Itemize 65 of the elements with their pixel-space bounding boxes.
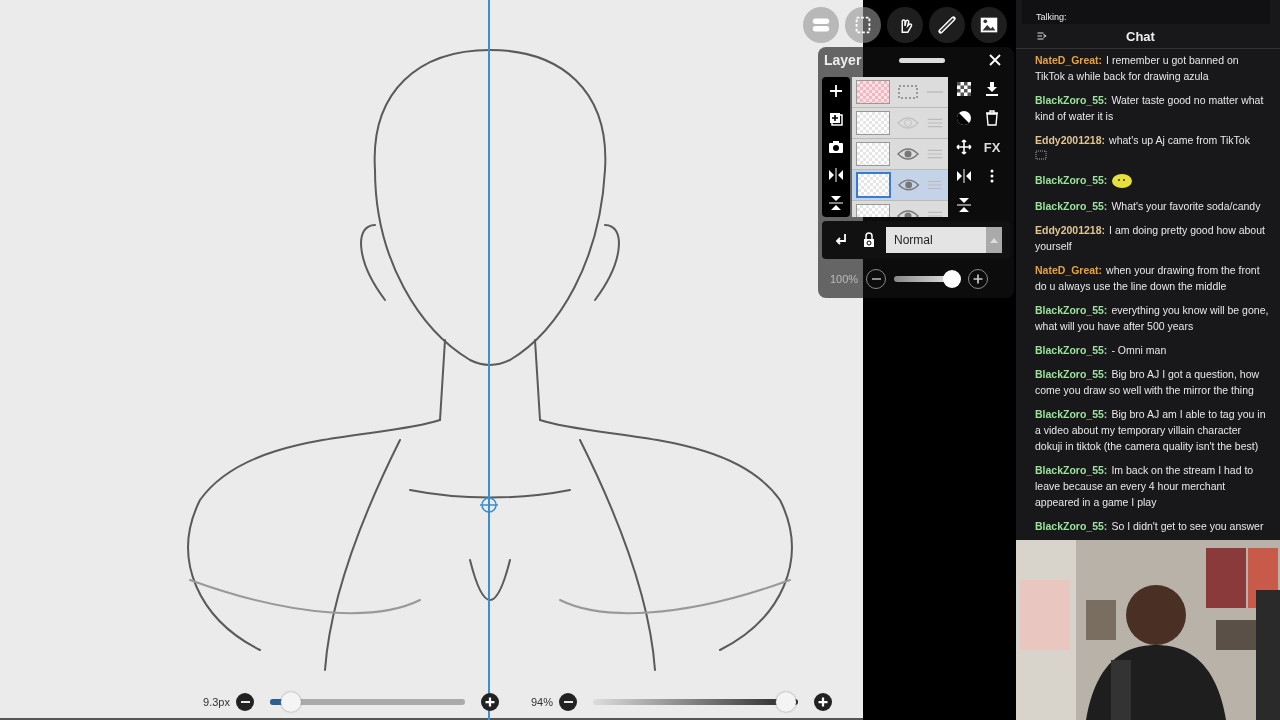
layer-thumbnail [856, 80, 890, 104]
eye-icon[interactable] [897, 177, 921, 193]
panel-title: Layer [824, 52, 862, 68]
slider-thumb[interactable] [775, 692, 796, 712]
fx-button[interactable]: FX [981, 136, 1003, 158]
chat-message: Eddy2001218: what's up Aj came from TikTok [1035, 132, 1270, 164]
username-link[interactable]: BlackZoro_55: [1035, 520, 1108, 533]
layer-row[interactable] [852, 108, 948, 139]
chat-message: BlackZoro_55: Big bro AJ I got a question, how come you draw so well with the mirror the thing [1035, 367, 1261, 399]
username-link[interactable]: NateD_Great: [1035, 264, 1103, 277]
username-link[interactable]: BlackZoro_55: [1035, 344, 1108, 357]
opacity-reading: 100% [830, 273, 859, 285]
brush-opacity-reading: 94% [529, 696, 553, 708]
slider-thumb[interactable] [281, 692, 302, 712]
username-link[interactable]: NateD_Great: [1035, 54, 1103, 66]
layer-row[interactable] [852, 139, 948, 170]
username-link[interactable]: BlackZoro_55: [1035, 408, 1108, 421]
drag-handle-icon[interactable] [926, 117, 944, 129]
layer-row[interactable] [852, 170, 948, 201]
chat-message: BlackZoro_55: Im back on the stream I had to leave because an every 4 hour merchant appeared in a game I play [1035, 463, 1255, 511]
username-link[interactable]: BlackZoro_55: [1035, 368, 1108, 381]
layer-thumbnail [856, 142, 890, 166]
chat-message: BlackZoro_55: What's your favorite soda/candy [1035, 199, 1262, 215]
opacity-slider[interactable] [894, 270, 961, 288]
collapse-icon[interactable] [1036, 30, 1048, 42]
chat-message: BlackZoro_55: So I didn't get to see you answer [1035, 519, 1265, 535]
layer-thumbnail [856, 111, 890, 135]
username-link[interactable]: BlackZoro_55: [1035, 94, 1108, 106]
increase-button[interactable] [814, 693, 832, 711]
username-link[interactable]: BlackZoro_55: [1035, 464, 1108, 477]
minus-icon [563, 701, 573, 703]
layer-thumbnail [856, 172, 892, 198]
emote-icon [1035, 150, 1047, 160]
drag-handle-icon[interactable] [926, 179, 944, 191]
minus-icon [240, 701, 250, 703]
decrease-button[interactable] [559, 693, 577, 711]
username-link[interactable]: BlackZoro_55: [1035, 304, 1108, 317]
username-link[interactable]: Eddy2001218: [1035, 224, 1106, 237]
caret-icon [989, 236, 999, 244]
chat-message: BlackZoro_55: Water taste good no matter what kind of water it is [1035, 93, 1265, 124]
chat-title: Chat [1126, 28, 1155, 44]
username-link[interactable]: Eddy2001218: [1035, 134, 1106, 146]
eye-icon[interactable] [896, 146, 920, 162]
username-link[interactable]: BlackZoro_55: [1035, 200, 1108, 213]
username-link[interactable]: BlackZoro_55: [1035, 174, 1108, 186]
chat-message: NateD_Great: I remember u got banned on TikTok a while back for drawing azula [1035, 53, 1240, 84]
crosshair-icon[interactable] [479, 495, 499, 515]
minus-icon [871, 278, 881, 280]
chat-message: BlackZoro_55: Big bro AJ am I able to tag you in a video about my temporary villain character dokuji in tiktok (the camera quality isn't the best) [1035, 407, 1267, 455]
talking-label: Talking: [1036, 12, 1067, 22]
selection-icon[interactable] [845, 7, 881, 43]
chat-message: BlackZoro_55: - Omni man [1035, 343, 1168, 359]
chat-message: Eddy2001218: I am doing pretty good how about yourself [1035, 223, 1266, 255]
blend-mode-dropdown[interactable]: Normal [886, 227, 1002, 253]
chat-message: BlackZoro_55: everything you know will be gone, what will you have after 500 years [1035, 303, 1270, 335]
selection-icon [896, 84, 920, 100]
brush-opacity-slider[interactable] [593, 692, 798, 712]
toggle-icon[interactable] [803, 7, 839, 43]
drag-handle[interactable] [899, 57, 946, 63]
brush-size-slider[interactable] [270, 692, 465, 712]
increase-button[interactable] [481, 693, 499, 711]
brush-size-reading: 9.3px [202, 696, 230, 708]
chat-message: NateD_Great: when your drawing from the front do u always use the line down the middle [1035, 263, 1261, 295]
decrease-button[interactable] [236, 693, 254, 711]
drag-handle-icon[interactable] [926, 148, 944, 160]
